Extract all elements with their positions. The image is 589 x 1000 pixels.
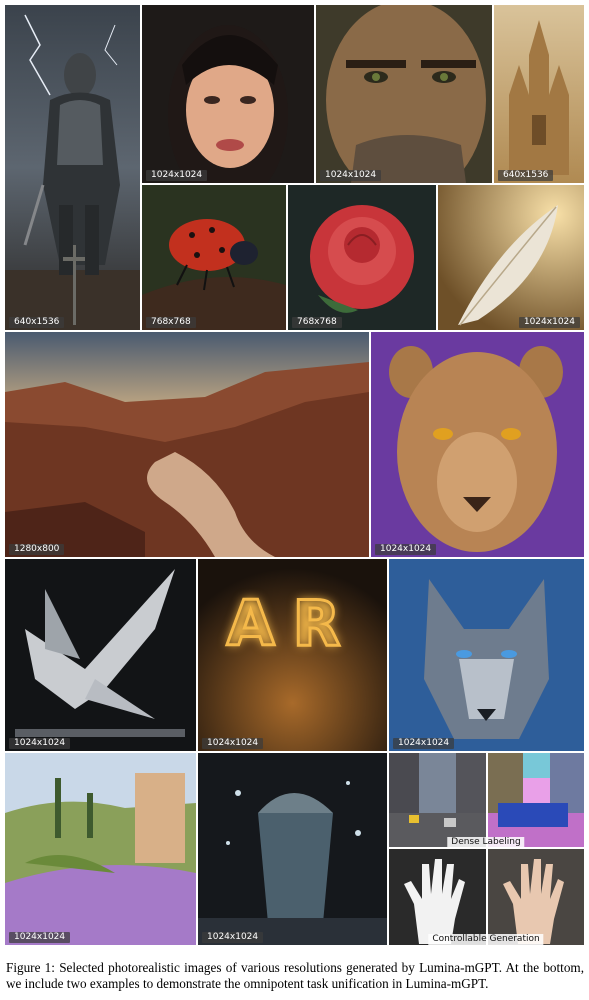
wolf-image: 1024x1024: [389, 559, 584, 751]
resolution-label: 1024x1024: [202, 738, 264, 749]
hand-mask-image: [389, 849, 486, 945]
resolution-label: 1024x1024: [320, 170, 382, 181]
resolution-label: 768x768: [146, 317, 196, 328]
castle-image: 640x1536: [494, 5, 584, 183]
canyon-image: 1280x800: [5, 332, 369, 557]
resolution-label: 1024x1024: [9, 932, 71, 943]
resolution-label: 1024x1024: [393, 738, 455, 749]
segmentation-map-image: [488, 753, 584, 847]
landscape-painting-image: 1024x1024: [5, 753, 196, 945]
neon-letters-image: AR 1024x1024: [198, 559, 387, 751]
resolution-label: 640x1536: [9, 317, 65, 328]
dense-labeling-label: Dense Labeling: [447, 837, 525, 848]
water-glass-image: 1024x1024: [198, 753, 387, 945]
feather-image: 1024x1024: [438, 185, 584, 330]
resolution-label: 1280x800: [9, 544, 65, 555]
street-photo-image: [389, 753, 486, 847]
resolution-label: 1024x1024: [202, 932, 264, 943]
resolution-label: 640x1536: [498, 170, 554, 181]
resolution-label: 768x768: [292, 317, 342, 328]
neon-text: AR: [225, 586, 359, 662]
lioness-image: 1024x1024: [371, 332, 584, 557]
rose-image: 768x768: [288, 185, 436, 330]
resolution-label: 1024x1024: [518, 317, 580, 328]
figure-caption: Figure 1: Selected photorealistic images…: [6, 960, 584, 991]
ladybug-image: 768x768: [142, 185, 286, 330]
resolution-label: 1024x1024: [9, 738, 71, 749]
controllable-generation-label: Controllable Generation: [428, 934, 544, 945]
resolution-label: 1024x1024: [146, 170, 208, 181]
woman-portrait-image: 1024x1024: [142, 5, 314, 183]
knight-image: 640x1536: [5, 5, 140, 330]
man-portrait-image: 1024x1024: [316, 5, 492, 183]
hand-photo-image: [488, 849, 584, 945]
resolution-label: 1024x1024: [375, 544, 437, 555]
crystal-eagle-image: 1024x1024: [5, 559, 196, 751]
